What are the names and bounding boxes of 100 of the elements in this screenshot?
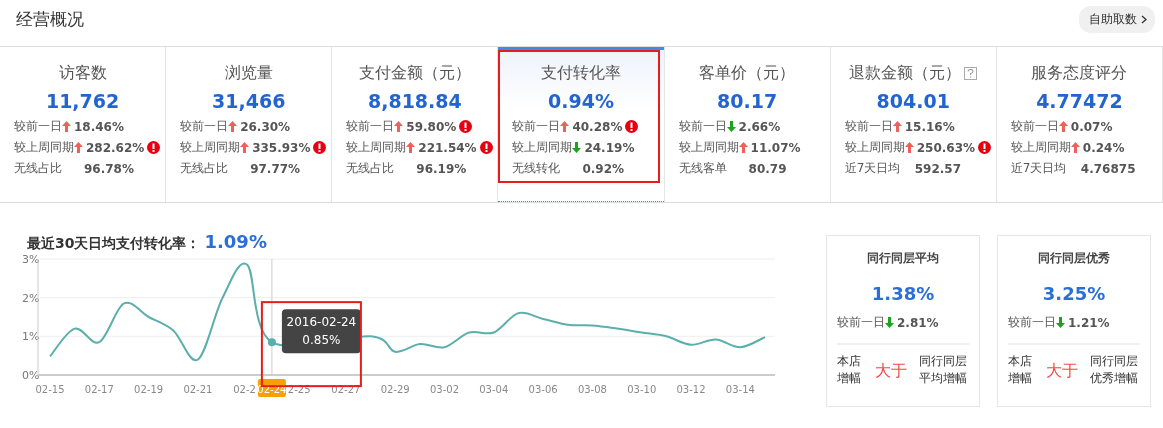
metric-label: 近7天日均 <box>1010 160 1068 177</box>
y-axis-label: 0% <box>22 369 40 382</box>
metric-label: 近7天日均 <box>844 160 902 177</box>
compare-value: 2.81% <box>897 315 939 330</box>
metric-change: 24.19% <box>584 140 635 155</box>
metric-card[interactable]: 支付转化率 0.94% 较前一日 40.28% 较上周同期 24.19% 无线转化 0.92% <box>498 47 664 202</box>
x-axis-label: 02-2 <box>233 384 256 395</box>
metric-label: 较前一日 <box>678 118 727 135</box>
tooltip: 2016-02-24 0.85% <box>281 309 361 354</box>
comparison-result: 大于 <box>1046 361 1078 379</box>
metric-change: 0.92% <box>582 161 625 176</box>
metric-card[interactable]: 服务态度评分 4.77472 较前一日 0.07% 较上周同期 0.24% 近7天日均 4.76875 <box>996 47 1162 202</box>
metric-change: 11.07% <box>750 140 801 155</box>
comparison-text: 本店增幅 <box>1008 353 1033 387</box>
metric-change: 26.30% <box>240 119 291 134</box>
self-service-button[interactable]: 自助取数 <box>1079 5 1155 33</box>
metric-change: 250.63% <box>916 140 976 155</box>
metric-label: 无线占比 <box>180 160 230 177</box>
metric-value: 4.77472 <box>1035 90 1124 112</box>
comparison-text: 同行同层优秀增幅 <box>1090 353 1139 387</box>
metric-change: 221.54% <box>418 140 477 155</box>
metric-change: 335.93% <box>252 140 311 155</box>
metric-title: 支付金额（元） <box>358 63 471 84</box>
metric-title: 浏览量 <box>224 63 273 84</box>
metric-card[interactable]: 浏览量 31,466 较前一日 26.30% 较上周同期 335.93% 无线占比 97.77% <box>166 47 332 202</box>
metric-change: 0.24% <box>1082 140 1125 155</box>
metric-change: 4.76875 <box>1080 161 1136 176</box>
metric-label: 较前一日 <box>14 118 62 135</box>
annotation: 0.85% <box>302 333 341 348</box>
metric-value: 0.94% <box>547 90 615 112</box>
x-axis-label: 02-17 <box>84 384 114 395</box>
y-axis-label: 2% <box>22 291 40 305</box>
metric-value: 11,762 <box>44 90 121 112</box>
data-point <box>267 338 276 347</box>
metric-title: 访客数 <box>58 63 107 84</box>
metric-label: 无线占比 <box>346 160 396 177</box>
help-icon[interactable] <box>964 67 978 80</box>
metric-change: 59.80% <box>406 119 457 134</box>
benchmark-title: 同行同层平均 <box>866 250 940 267</box>
metric-label: 较上周同期 <box>844 139 905 156</box>
metric-change: 2.66% <box>738 119 781 134</box>
metric-title: 退款金额（元） <box>849 63 962 84</box>
benchmark-value: 3.25% <box>1041 283 1107 304</box>
metric-change: 97.77% <box>250 161 301 176</box>
x-axis-label: 03-10 <box>627 384 657 395</box>
x-axis-label: 03-02 <box>429 384 459 395</box>
x-axis-label: 02-21 <box>183 384 213 395</box>
metric-value: 804.01 <box>875 90 951 112</box>
average-value: 1.09% <box>204 231 267 252</box>
metric-label: 无线占比 <box>14 160 63 177</box>
metric-change: 0.07% <box>1070 119 1113 134</box>
metric-title: 支付转化率 <box>541 63 621 84</box>
compare-value: 1.21% <box>1068 315 1110 330</box>
metric-label: 较上周同期 <box>14 139 74 156</box>
metric-card[interactable]: 退款金额（元） 804.01 较前一日 15.16% 较上周同期 250.63% 近7天日均 592.57 <box>830 47 996 202</box>
metric-card[interactable]: 客单价（元） 80.17 较前一日 2.66% 较上周同期 11.07% 无线客单 80.79 <box>664 47 830 202</box>
metric-card[interactable]: 访客数 11,762 较前一日 18.46% 较上周同期 282.62% 无线占比 96.78% <box>0 47 166 202</box>
metric-change: 80.79 <box>748 161 787 176</box>
comparison-result: 大于 <box>875 361 907 379</box>
metric-label: 较上周同期 <box>678 139 739 156</box>
page-title: 经营概况 <box>16 7 84 31</box>
chevron-right-icon <box>1141 14 1147 24</box>
metric-label: 较前一日 <box>512 118 561 135</box>
x-axis-label: 03-06 <box>528 384 558 395</box>
y-axis-label: 1% <box>22 330 40 344</box>
metric-label: 无线客单 <box>678 160 728 177</box>
metric-change: 96.78% <box>84 161 134 176</box>
metric-change: 282.62% <box>86 140 145 155</box>
compare-label: 较前一日 <box>837 314 885 331</box>
metric-label: 较上周同期 <box>346 139 407 156</box>
metric-value: 31,466 <box>211 90 287 112</box>
x-axis-label: 02-29 <box>380 384 410 395</box>
annotation: 2016-02-24 <box>286 315 357 330</box>
metric-title: 服务态度评分 <box>1031 63 1128 84</box>
metric-change: 40.28% <box>572 119 623 134</box>
metric-change: 15.16% <box>904 119 955 134</box>
metric-label: 较上周同期 <box>512 139 573 156</box>
metric-change: 18.46% <box>74 119 124 134</box>
x-axis-label: 03-12 <box>676 384 706 395</box>
metric-label: 较上周同期 <box>180 139 241 156</box>
comparison-text: 本店增幅 <box>837 353 862 387</box>
metric-label: 较前一日 <box>844 118 893 135</box>
benchmark-title: 同行同层优秀 <box>1037 250 1111 267</box>
metric-card[interactable]: 支付金额（元） 8,818.84 较前一日 59.80% 较上周同期 221.54% 无线占比 96.19% <box>332 47 498 202</box>
metric-change: 96.19% <box>416 161 467 176</box>
chart-title: 最近30天日均支付转化率： <box>27 235 201 253</box>
metric-label: 无线转化 <box>512 160 562 177</box>
y-axis-label: 3% <box>22 253 40 266</box>
metric-label: 较前一日 <box>346 118 395 135</box>
metric-title: 客单价（元） <box>699 63 796 84</box>
x-axis-label: 02-19 <box>134 384 164 395</box>
x-axis-label: 03-04 <box>479 384 509 395</box>
x-axis-label: 03-14 <box>725 384 755 395</box>
benchmark-value: 1.38% <box>870 283 936 304</box>
comparison-text: 同行同层平均增幅 <box>919 353 968 387</box>
metric-value: 8,818.84 <box>366 90 463 112</box>
x-axis-label: 03-08 <box>577 384 607 395</box>
metric-value: 80.17 <box>716 90 779 112</box>
metric-change: 592.57 <box>914 161 961 176</box>
metric-label: 较前一日 <box>1010 118 1059 135</box>
